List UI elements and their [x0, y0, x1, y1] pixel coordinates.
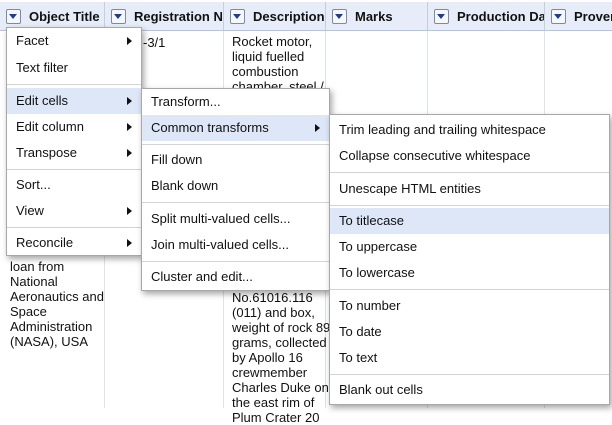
column-title: Registration Nur — [134, 8, 223, 24]
menu-separator — [330, 374, 609, 375]
menu-item-transpose[interactable]: Transpose — [7, 140, 141, 166]
menu-item-edit-cells[interactable]: Edit cells — [7, 88, 141, 114]
column-header-marks[interactable]: Marks — [326, 2, 428, 30]
column-title: Marks — [355, 8, 393, 24]
menu-item-facet[interactable]: Facet — [7, 28, 141, 54]
column-title: Provens — [574, 8, 612, 24]
column-dropdown-icon[interactable] — [111, 8, 126, 24]
menu-item-edit-column[interactable]: Edit column — [7, 114, 141, 140]
menu-separator — [7, 227, 141, 228]
menu-separator — [142, 144, 329, 145]
menu-item-trim-whitespace[interactable]: Trim leading and trailing whitespace — [330, 117, 609, 143]
column-title: Description. — [253, 8, 326, 24]
menu-item-view[interactable]: View — [7, 198, 141, 224]
submenu-arrow-icon — [315, 124, 320, 132]
column-title: Object Title — [29, 8, 100, 24]
menu-item-to-text[interactable]: To text — [330, 345, 609, 371]
submenu-arrow-icon — [127, 123, 132, 131]
column-dropdown-icon[interactable] — [6, 8, 21, 24]
menu-separator — [7, 169, 141, 170]
column-header-object-title[interactable]: Object Title — [0, 2, 105, 30]
menu-item-to-uppercase[interactable]: To uppercase — [330, 234, 609, 260]
menu-item-fill-down[interactable]: Fill down — [142, 147, 329, 173]
column-header-production-date[interactable]: Production Date — [428, 2, 545, 30]
edit-cells-submenu: Transform... Common transforms Fill down… — [141, 88, 330, 291]
cell-description[interactable]: Rocket motor, liquid fuelled combustion … — [232, 34, 324, 94]
menu-item-cluster-and-edit[interactable]: Cluster and edit... — [142, 264, 329, 290]
menu-item-common-transforms[interactable]: Common transforms — [142, 115, 329, 141]
menu-item-blank-out-cells[interactable]: Blank out cells — [330, 377, 609, 403]
menu-item-unescape-html[interactable]: Unescape HTML entities — [330, 176, 609, 202]
column-context-menu: Facet Text filter Edit cells Edit column… — [6, 27, 142, 256]
column-title: Production Date — [457, 8, 545, 24]
submenu-arrow-icon — [127, 239, 132, 247]
submenu-arrow-icon — [127, 207, 132, 215]
column-dropdown-icon[interactable] — [230, 8, 245, 24]
column-dropdown-icon[interactable] — [434, 8, 449, 24]
menu-separator — [7, 84, 141, 85]
column-dropdown-icon[interactable] — [332, 8, 347, 24]
menu-separator — [330, 289, 609, 290]
menu-separator — [142, 202, 329, 203]
column-header-registration-number[interactable]: Registration Nur — [105, 2, 224, 30]
submenu-arrow-icon — [127, 37, 132, 45]
menu-item-blank-down[interactable]: Blank down — [142, 173, 329, 199]
menu-item-to-titlecase[interactable]: To titlecase — [330, 208, 609, 234]
cell-object-title[interactable]: moon rock on loan from National Aeronaut… — [10, 244, 104, 349]
menu-item-to-lowercase[interactable]: To lowercase — [330, 260, 609, 286]
menu-item-reconcile[interactable]: Reconcile — [7, 230, 141, 256]
column-header-description[interactable]: Description. — [224, 2, 326, 30]
menu-item-sort[interactable]: Sort... — [7, 172, 141, 198]
menu-item-to-date[interactable]: To date — [330, 319, 609, 345]
menu-separator — [330, 205, 609, 206]
menu-separator — [142, 261, 329, 262]
submenu-arrow-icon — [127, 149, 132, 157]
cell-registration-number[interactable]: -3/1 — [143, 35, 165, 50]
menu-item-split-multi-valued[interactable]: Split multi-valued cells... — [142, 206, 329, 232]
menu-item-collapse-whitespace[interactable]: Collapse consecutive whitespace — [330, 143, 609, 169]
menu-item-join-multi-valued[interactable]: Join multi-valued cells... — [142, 232, 329, 258]
menu-separator — [330, 172, 609, 173]
submenu-arrow-icon — [127, 97, 132, 105]
menu-item-transform[interactable]: Transform... — [142, 89, 329, 115]
column-header-provenance[interactable]: Provens — [545, 2, 612, 30]
menu-item-to-number[interactable]: To number — [330, 293, 609, 319]
common-transforms-submenu: Trim leading and trailing whitespace Col… — [329, 114, 610, 405]
column-dropdown-icon[interactable] — [551, 8, 566, 24]
menu-item-text-filter[interactable]: Text filter — [7, 55, 141, 81]
cell-description[interactable]: No.61016.116 (011) and box, weight of ro… — [232, 290, 330, 425]
